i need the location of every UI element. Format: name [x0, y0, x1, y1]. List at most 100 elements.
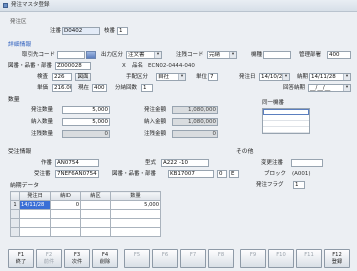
- table-cell-qty[interactable]: [110, 209, 161, 219]
- output-type-select[interactable]: 注文書 ▾: [126, 51, 162, 59]
- fkey-label: 登録: [331, 259, 343, 265]
- remaining-qty-field: 0: [62, 130, 110, 138]
- fkey-key: F3: [73, 252, 81, 258]
- order-no-field[interactable]: D0402: [62, 27, 100, 35]
- column-header[interactable]: 納ID: [50, 191, 81, 201]
- f9-button[interactable]: F9: [240, 249, 266, 268]
- table-row[interactable]: [10, 227, 161, 237]
- fkey-key: F4: [101, 252, 109, 258]
- due-date-select[interactable]: 14/11/28 ▾: [309, 73, 351, 81]
- remain-code-select[interactable]: 完納 ▾: [207, 51, 237, 59]
- order-drawing-rev-field[interactable]: 0: [217, 170, 227, 178]
- f12-button[interactable]: F12 登録: [324, 249, 350, 268]
- list-item[interactable]: [263, 127, 309, 133]
- table-cell-kind[interactable]: [80, 200, 111, 210]
- table-cell-id[interactable]: [50, 209, 81, 219]
- received-order-no-field[interactable]: 7NEF6AN0754: [55, 170, 99, 178]
- change-no-field[interactable]: [291, 159, 323, 167]
- f10-button[interactable]: F10: [268, 249, 294, 268]
- remain-code-value: 完納: [209, 52, 221, 58]
- f6-button[interactable]: F6: [152, 249, 178, 268]
- table-cell-kind[interactable]: [80, 209, 111, 219]
- drawing-field[interactable]: Z000028: [55, 62, 91, 70]
- model-field[interactable]: [263, 51, 291, 59]
- order-qty-field[interactable]: 5,000: [62, 106, 110, 114]
- table-cell-date[interactable]: [19, 218, 51, 228]
- column-header[interactable]: 納区: [80, 191, 111, 201]
- f5-button[interactable]: F5: [124, 249, 150, 268]
- current-label: 現在: [78, 85, 90, 91]
- column-header[interactable]: 発注日: [19, 191, 51, 201]
- table-cell-date[interactable]: [19, 209, 51, 219]
- reply-due-select[interactable]: __/__/__ ▾: [308, 84, 351, 92]
- order-flag-field[interactable]: 1: [293, 181, 305, 189]
- fkey-key: F7: [189, 252, 197, 258]
- table-cell-date[interactable]: 14/11/28: [19, 200, 51, 210]
- f4-button[interactable]: F4 削除: [92, 249, 118, 268]
- fkey-key: F2: [45, 252, 53, 258]
- table-cell-id[interactable]: [50, 227, 81, 237]
- supplier-code-field[interactable]: [57, 51, 85, 59]
- dept-label: 管理部署: [299, 52, 322, 58]
- table-cell-kind[interactable]: [80, 227, 111, 237]
- f3-button[interactable]: F3 次件: [64, 249, 90, 268]
- delivered-qty-field[interactable]: 5,000: [62, 118, 110, 126]
- supplier-search-button[interactable]: [86, 51, 96, 59]
- dropdown-arrow-icon[interactable]: ▾: [154, 52, 161, 58]
- inspection-field[interactable]: 226: [52, 73, 72, 81]
- fkey-key: F8: [217, 252, 225, 258]
- unit-field[interactable]: 7: [208, 73, 218, 81]
- delivered-amount-field: 1,080,000: [172, 118, 218, 126]
- dropdown-arrow-icon[interactable]: ▾: [282, 74, 289, 80]
- arrange-type-select[interactable]: 自社 ▾: [156, 73, 186, 81]
- split-count-field[interactable]: 1: [141, 84, 153, 92]
- table-row[interactable]: [10, 218, 161, 228]
- received-order-no-label: 受注番: [34, 171, 51, 177]
- split-count-label: 分納回数: [115, 85, 138, 91]
- table-row[interactable]: [10, 209, 161, 219]
- item-name-label: 品名: [132, 63, 144, 69]
- dropdown-arrow-icon[interactable]: ▾: [229, 52, 236, 58]
- dropdown-arrow-icon[interactable]: ▾: [178, 74, 185, 80]
- model-type-field[interactable]: A222 -10: [161, 159, 209, 167]
- f8-button[interactable]: F8: [208, 249, 234, 268]
- same-machine-list[interactable]: [262, 108, 310, 134]
- output-type-value: 注文書: [128, 52, 145, 58]
- order-no-label: 注番: [50, 28, 62, 34]
- branch-field[interactable]: 1: [117, 27, 128, 35]
- drawing-button[interactable]: 図面: [75, 73, 91, 81]
- work-no-field[interactable]: AN0754: [55, 159, 99, 167]
- title-bar: 発注マスタ登録: [0, 0, 357, 12]
- table-cell-qty[interactable]: [110, 218, 161, 228]
- dropdown-arrow-icon[interactable]: ▾: [343, 74, 350, 80]
- table-cell-kind[interactable]: [80, 218, 111, 228]
- delivery-table[interactable]: 発注日 納ID 納区 数量 1 14/11/28 0 5,000: [10, 191, 161, 237]
- remaining-qty-label: 注残数量: [31, 131, 54, 137]
- f1-button[interactable]: F1 終了: [8, 249, 34, 268]
- f2-button[interactable]: F2 前件: [36, 249, 62, 268]
- order-drawing-label: 図番・品番・部番: [112, 171, 157, 177]
- dropdown-arrow-icon[interactable]: ▾: [343, 85, 350, 91]
- table-cell-qty[interactable]: 5,000: [110, 200, 161, 210]
- current-field[interactable]: 400: [92, 84, 107, 92]
- dept-field[interactable]: 400: [327, 51, 351, 59]
- unit-price-label: 単価: [37, 85, 49, 91]
- order-date-select[interactable]: 14/10/21 ▾: [259, 73, 290, 81]
- column-header[interactable]: 数量: [110, 191, 161, 201]
- delivery-section-title: 納期データ: [10, 183, 39, 189]
- f11-button[interactable]: F11: [296, 249, 322, 268]
- order-drawing-field[interactable]: KB17007: [168, 170, 214, 178]
- table-cell-id[interactable]: [50, 218, 81, 228]
- model-type-label: 型式: [145, 160, 157, 166]
- table-cell-id[interactable]: 0: [50, 200, 81, 210]
- arrange-type-label: 手配区分: [126, 74, 149, 80]
- f7-button[interactable]: F7: [180, 249, 206, 268]
- delivered-qty-label: 納入数量: [31, 119, 54, 125]
- table-row[interactable]: 1 14/11/28 0 5,000: [10, 200, 161, 210]
- order-flag-label: 発注フラグ: [256, 182, 284, 188]
- table-cell-date[interactable]: [19, 227, 51, 237]
- table-cell-qty[interactable]: [110, 227, 161, 237]
- arrange-type-value: 自社: [158, 74, 170, 80]
- unit-price-field[interactable]: 216.00: [52, 84, 72, 92]
- order-drawing-suffix-field[interactable]: E: [229, 170, 239, 178]
